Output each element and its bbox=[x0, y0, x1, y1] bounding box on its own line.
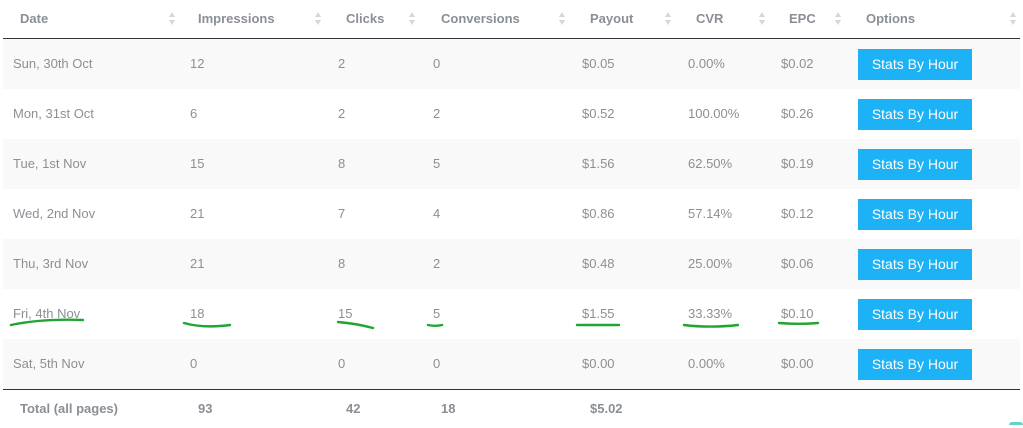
cell-clicks: 15 bbox=[338, 306, 353, 321]
cell-impressions: 12 bbox=[190, 56, 205, 71]
sort-payout-icon[interactable] bbox=[665, 12, 671, 26]
table-row: Thu, 3rd Nov 21 8 2 $0.48 25.00% $0.06 S… bbox=[3, 239, 1020, 289]
cell-cvr: 25.00% bbox=[688, 256, 733, 271]
stats-by-hour-button[interactable]: Stats By Hour bbox=[858, 299, 972, 330]
cell-clicks: 2 bbox=[338, 56, 346, 71]
cell-date: Wed, 2nd Nov bbox=[13, 206, 96, 221]
cell-date: Sun, 30th Oct bbox=[13, 56, 93, 71]
cell-cvr: 57.14% bbox=[688, 206, 733, 221]
table-row: Sun, 30th Oct 12 2 0 $0.05 0.00% $0.02 S… bbox=[3, 39, 1020, 89]
cell-conversions: 2 bbox=[433, 256, 441, 271]
cell-payout: $0.86 bbox=[582, 206, 615, 221]
sort-conversions-icon[interactable] bbox=[559, 12, 565, 26]
stats-by-hour-button[interactable]: Stats By Hour bbox=[858, 249, 972, 280]
cell-epc: $0.00 bbox=[781, 356, 814, 371]
table-row: Mon, 31st Oct 6 2 2 $0.52 100.00% $0.26 … bbox=[3, 89, 1020, 139]
cell-epc: $0.10 bbox=[781, 306, 814, 321]
cell-epc: $0.19 bbox=[781, 156, 814, 171]
cell-payout: $1.55 bbox=[582, 306, 615, 321]
cell-date: Tue, 1st Nov bbox=[13, 156, 87, 171]
column-header-impressions[interactable]: Impressions bbox=[198, 0, 275, 38]
cell-conversions: 5 bbox=[433, 156, 441, 171]
cell-impressions: 18 bbox=[190, 306, 205, 321]
stats-by-hour-button[interactable]: Stats By Hour bbox=[858, 199, 972, 230]
cell-cvr: 0.00% bbox=[688, 56, 725, 71]
table-footer: Total (all pages) 93 42 18 $5.02 bbox=[3, 389, 1020, 426]
cell-impressions: 21 bbox=[190, 206, 205, 221]
cell-epc: $0.12 bbox=[781, 206, 814, 221]
column-header-cvr[interactable]: CVR bbox=[696, 0, 723, 38]
cell-conversions: 2 bbox=[433, 106, 441, 121]
table-row-highlighted: Fri, 4th Nov 18 15 5 $1.55 33.33% $0.10 … bbox=[3, 289, 1020, 339]
column-header-date[interactable]: Date bbox=[20, 0, 48, 38]
sort-impressions-icon[interactable] bbox=[315, 12, 321, 26]
sort-clicks-icon[interactable] bbox=[409, 12, 415, 26]
cell-clicks: 8 bbox=[338, 256, 346, 271]
table-row: Tue, 1st Nov 15 8 5 $1.56 62.50% $0.19 S… bbox=[3, 139, 1020, 189]
total-clicks: 42 bbox=[346, 401, 361, 416]
table-header: Date Impressions Clicks Conversions Payo… bbox=[3, 0, 1020, 39]
cell-payout: $0.52 bbox=[582, 106, 615, 121]
stats-by-hour-button[interactable]: Stats By Hour bbox=[858, 149, 972, 180]
stats-table: Date Impressions Clicks Conversions Payo… bbox=[3, 0, 1020, 389]
cell-date: Sat, 5th Nov bbox=[13, 356, 85, 371]
cell-payout: $0.48 bbox=[582, 256, 615, 271]
table-row: Wed, 2nd Nov 21 7 4 $0.86 57.14% $0.12 S… bbox=[3, 189, 1020, 239]
cell-epc: $0.26 bbox=[781, 106, 814, 121]
cell-date: Fri, 4th Nov bbox=[13, 306, 81, 321]
cell-cvr: 0.00% bbox=[688, 356, 725, 371]
column-header-clicks[interactable]: Clicks bbox=[346, 0, 384, 38]
cell-payout: $0.05 bbox=[582, 56, 615, 71]
cell-impressions: 21 bbox=[190, 256, 205, 271]
sort-options-icon[interactable] bbox=[1010, 12, 1016, 26]
stats-by-hour-button[interactable]: Stats By Hour bbox=[858, 99, 972, 130]
cell-conversions: 5 bbox=[433, 306, 441, 321]
cell-payout: $0.00 bbox=[582, 356, 615, 371]
cell-clicks: 7 bbox=[338, 206, 346, 221]
total-payout: $5.02 bbox=[590, 401, 623, 416]
cell-cvr: 62.50% bbox=[688, 156, 733, 171]
cell-epc: $0.02 bbox=[781, 56, 814, 71]
stats-by-hour-button[interactable]: Stats By Hour bbox=[858, 349, 972, 380]
cell-conversions: 4 bbox=[433, 206, 441, 221]
cell-cvr: 33.33% bbox=[688, 306, 733, 321]
cell-clicks: 8 bbox=[338, 156, 346, 171]
stats-by-hour-button[interactable]: Stats By Hour bbox=[858, 49, 972, 80]
cell-clicks: 2 bbox=[338, 106, 346, 121]
cell-impressions: 6 bbox=[190, 106, 198, 121]
cell-date: Thu, 3rd Nov bbox=[13, 256, 89, 271]
total-impressions: 93 bbox=[198, 401, 213, 416]
column-header-epc[interactable]: EPC bbox=[789, 0, 816, 38]
column-header-payout[interactable]: Payout bbox=[590, 0, 633, 38]
column-header-options[interactable]: Options bbox=[866, 0, 915, 38]
total-conversions: 18 bbox=[441, 401, 456, 416]
cell-payout: $1.56 bbox=[582, 156, 615, 171]
sort-epc-icon[interactable] bbox=[835, 12, 841, 26]
cell-conversions: 0 bbox=[433, 356, 441, 371]
cell-epc: $0.06 bbox=[781, 256, 814, 271]
sort-cvr-icon[interactable] bbox=[759, 12, 765, 26]
cell-conversions: 0 bbox=[433, 56, 441, 71]
cell-impressions: 0 bbox=[190, 356, 198, 371]
column-header-conversions[interactable]: Conversions bbox=[441, 0, 520, 38]
sort-date-icon[interactable] bbox=[169, 12, 175, 26]
cell-date: Mon, 31st Oct bbox=[13, 106, 94, 121]
cell-cvr: 100.00% bbox=[688, 106, 740, 121]
total-label: Total (all pages) bbox=[20, 401, 118, 416]
table-row: Sat, 5th Nov 0 0 0 $0.00 0.00% $0.00 Sta… bbox=[3, 339, 1020, 389]
cell-impressions: 15 bbox=[190, 156, 205, 171]
cell-clicks: 0 bbox=[338, 356, 346, 371]
